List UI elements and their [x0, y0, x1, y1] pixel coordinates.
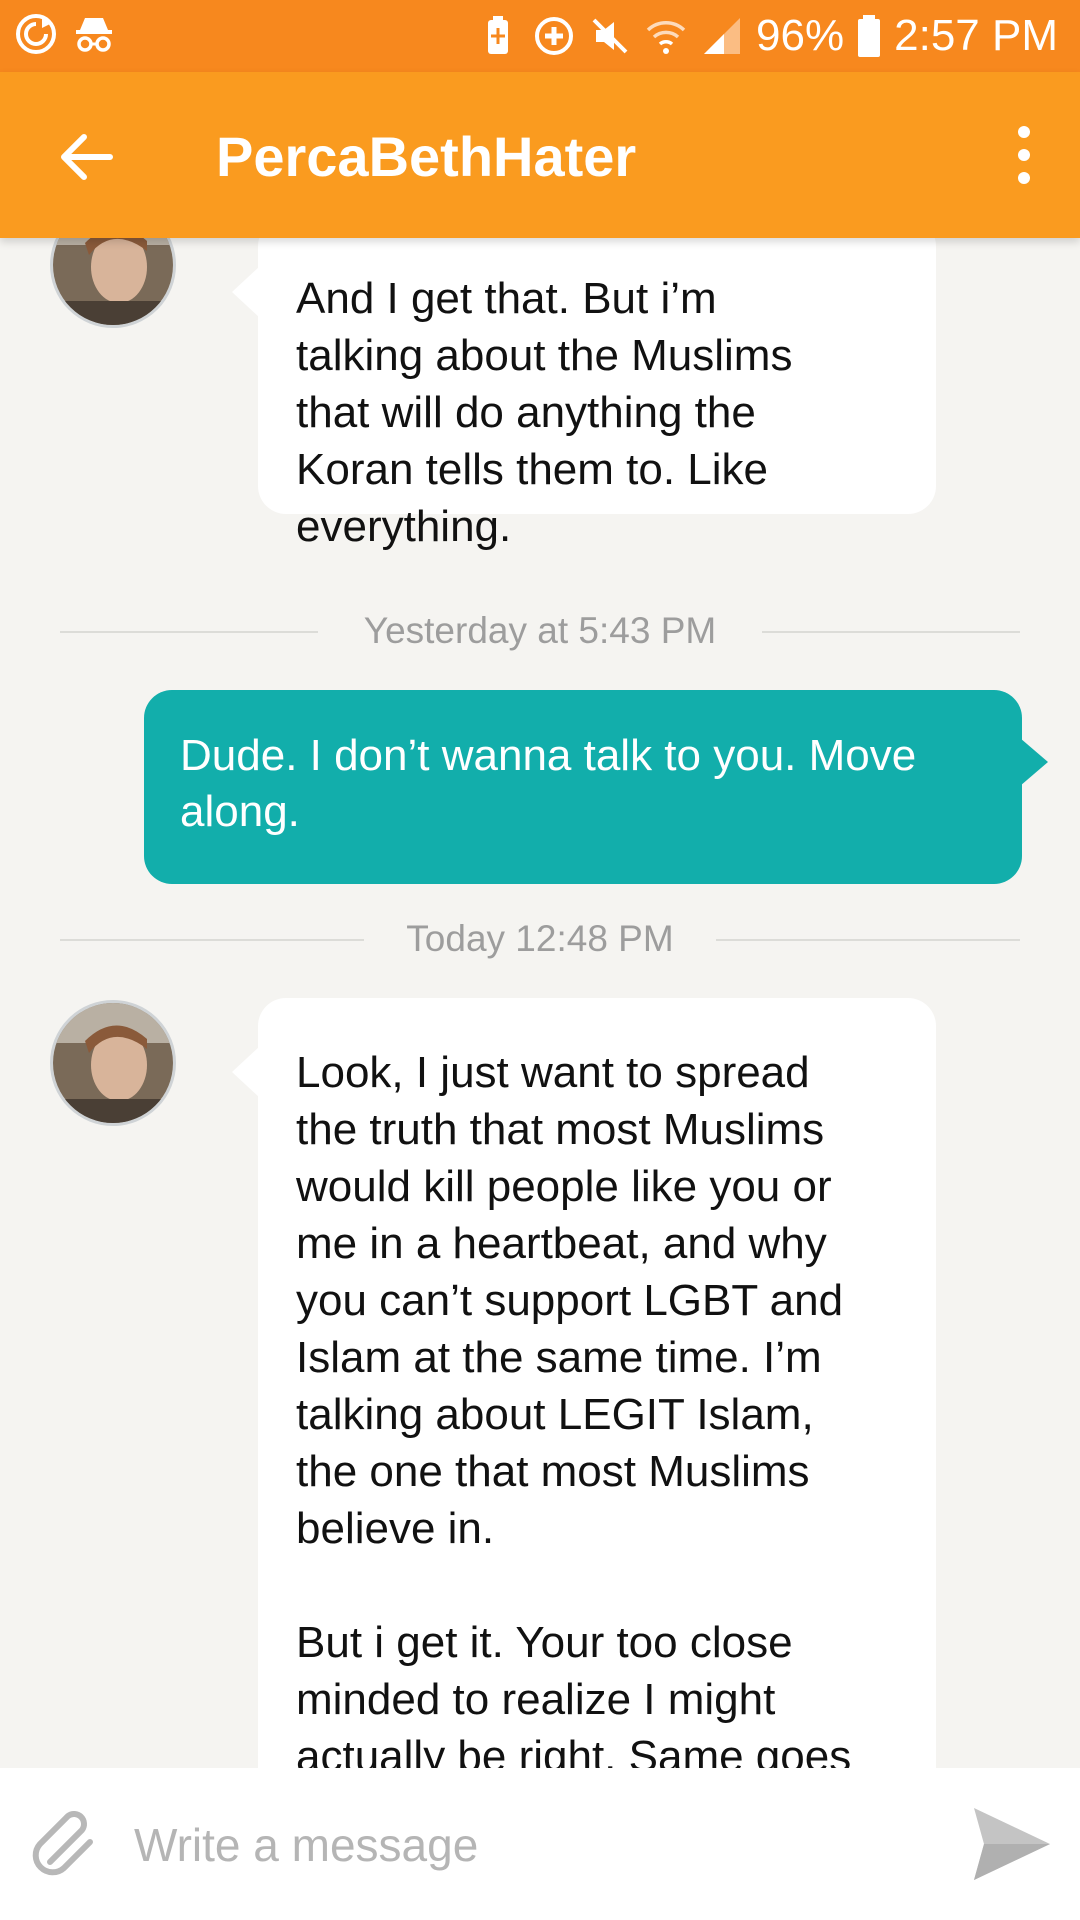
attach-icon[interactable]: [28, 1804, 108, 1884]
status-bar: 96% 2:57 PM: [0, 0, 1080, 72]
mute-icon: [592, 18, 628, 54]
outgoing-message-bubble[interactable]: Dude. I don’t wanna talk to you. Move al…: [144, 690, 1048, 884]
signal-icon: [704, 18, 741, 54]
incoming-message-bubble[interactable]: And I get that. But i’m talking about th…: [232, 238, 936, 551]
message-composer: [0, 1768, 1080, 1920]
status-right-icons: 96% 2:57 PM: [476, 8, 1058, 64]
more-vert-icon[interactable]: [1004, 120, 1044, 190]
battery-percent: 96%: [756, 11, 845, 60]
sync-icon: [16, 14, 56, 54]
message-text: Dude. I don’t wanna talk to you. Move al…: [180, 731, 917, 836]
avatar-image: [53, 238, 173, 325]
back-arrow-icon[interactable]: [52, 122, 122, 192]
avatar[interactable]: [50, 1000, 176, 1126]
avatar-image: [53, 1003, 173, 1123]
battery-saver-icon: [488, 16, 509, 54]
status-left-icons: [14, 12, 116, 56]
bubble-tail: [1020, 738, 1048, 786]
wifi-icon: [646, 21, 686, 54]
divider-line: [762, 631, 1020, 633]
incoming-message-bubble[interactable]: Look, I just want to spread the truth th…: [232, 998, 936, 1768]
time-separator: Today 12:48 PM: [406, 918, 674, 959]
divider-line: [716, 939, 1020, 941]
send-icon[interactable]: [970, 1804, 1054, 1884]
app-bar: PercaBethHater: [0, 72, 1080, 238]
incognito-icon: [76, 18, 112, 52]
message-text: Look, I just want to spread the truth th…: [296, 1048, 852, 1768]
bubble-tail: [232, 266, 260, 318]
message-text: And I get that. But i’m talking about th…: [296, 274, 793, 551]
bubble-tail: [232, 1046, 260, 1098]
time-separator: Yesterday at 5:43 PM: [363, 610, 717, 651]
message-input[interactable]: [132, 1808, 916, 1882]
avatar[interactable]: [50, 238, 176, 328]
status-time: 2:57 PM: [894, 11, 1058, 60]
battery-icon: [858, 15, 881, 57]
conversation-title: PercaBethHater: [216, 125, 637, 188]
add-circle-icon: [535, 17, 574, 55]
divider-line: [60, 631, 318, 633]
divider-line: [60, 939, 364, 941]
message-list[interactable]: And I get that. But i’m talking about th…: [0, 238, 1080, 1768]
